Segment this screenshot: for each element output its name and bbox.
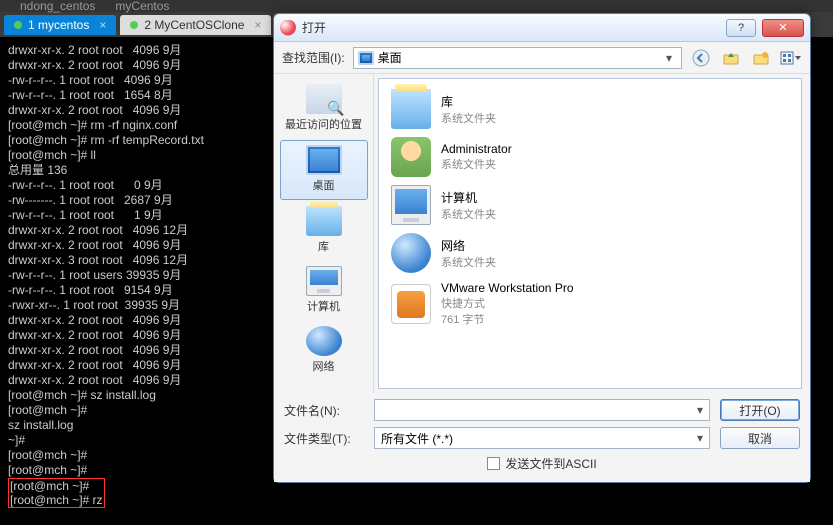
list-item[interactable]: 网络 系统文件夹 bbox=[385, 229, 795, 277]
view-menu-button[interactable] bbox=[780, 47, 802, 69]
place-desktop[interactable]: 桌面 bbox=[280, 140, 368, 200]
cancel-button[interactable]: 取消 bbox=[720, 427, 800, 449]
list-item[interactable]: VMware Workstation Pro 快捷方式 761 字节 bbox=[385, 277, 795, 331]
status-dot-icon bbox=[130, 21, 138, 29]
computer-icon bbox=[391, 185, 431, 225]
close-icon[interactable]: × bbox=[99, 18, 106, 32]
chevron-down-icon[interactable]: ▾ bbox=[697, 403, 703, 417]
place-recent[interactable]: 最近访问的位置 bbox=[280, 80, 368, 138]
desktop-icon bbox=[358, 51, 374, 65]
network-icon bbox=[391, 233, 431, 273]
path-combo[interactable]: 桌面 ▾ bbox=[353, 47, 682, 69]
place-libraries[interactable]: 库 bbox=[280, 202, 368, 260]
path-value: 桌面 bbox=[378, 49, 402, 66]
filename-label: 文件名(N): bbox=[284, 402, 364, 419]
top-strip-item: myCentos bbox=[115, 0, 169, 13]
place-computer[interactable]: 计算机 bbox=[280, 262, 368, 320]
top-strip: ndong_centos myCentos bbox=[0, 0, 833, 12]
dialog-title: 打开 bbox=[302, 19, 720, 36]
computer-icon bbox=[306, 266, 342, 296]
new-folder-button[interactable] bbox=[750, 47, 772, 69]
dialog-bottom: 文件名(N): ▾ 打开(O) 文件类型(T): 所有文件 (*.*) ▾ 取消… bbox=[274, 393, 810, 482]
filetype-label: 文件类型(T): bbox=[284, 430, 364, 447]
help-button[interactable]: ? bbox=[726, 19, 756, 37]
close-button[interactable]: ✕ bbox=[762, 19, 804, 37]
tab-label: 2 MyCentOSClone bbox=[144, 18, 244, 32]
highlight-box: [root@mch ~]# [root@mch ~]# rz bbox=[8, 478, 105, 508]
tab-label: 1 mycentos bbox=[28, 18, 89, 32]
dialog-body: 最近访问的位置 桌面 库 计算机 网络 库 bbox=[274, 74, 810, 393]
open-file-dialog: 打开 ? ✕ 查找范围(I): 桌面 ▾ 最近访问的位置 bbox=[273, 13, 811, 483]
place-network[interactable]: 网络 bbox=[280, 322, 368, 380]
back-button[interactable] bbox=[690, 47, 712, 69]
tab-session-1[interactable]: 1 mycentos × bbox=[4, 15, 116, 35]
top-strip-item: ndong_centos bbox=[20, 0, 95, 13]
filetype-select[interactable]: 所有文件 (*.*) ▾ bbox=[374, 427, 710, 449]
app-icon bbox=[280, 20, 296, 36]
file-list[interactable]: 库 系统文件夹 Administrator 系统文件夹 计算机 系统文件夹 bbox=[378, 78, 802, 389]
chevron-down-icon[interactable]: ▾ bbox=[697, 431, 703, 445]
list-item[interactable]: 计算机 系统文件夹 bbox=[385, 181, 795, 229]
dialog-titlebar[interactable]: 打开 ? ✕ bbox=[274, 14, 810, 42]
places-bar: 最近访问的位置 桌面 库 计算机 网络 bbox=[274, 74, 374, 393]
ascii-label: 发送文件到ASCII bbox=[505, 455, 596, 472]
filename-input[interactable]: ▾ bbox=[374, 399, 710, 421]
open-button[interactable]: 打开(O) bbox=[720, 399, 800, 421]
up-level-button[interactable] bbox=[720, 47, 742, 69]
recent-icon bbox=[306, 84, 342, 114]
library-icon bbox=[391, 89, 431, 129]
list-item[interactable]: Administrator 系统文件夹 bbox=[385, 133, 795, 181]
vmware-icon bbox=[391, 284, 431, 324]
chevron-down-icon[interactable]: ▾ bbox=[661, 51, 677, 65]
ascii-checkbox[interactable] bbox=[487, 457, 500, 470]
tab-session-2[interactable]: 2 MyCentOSClone × bbox=[120, 15, 271, 35]
lookin-label: 查找范围(I): bbox=[282, 49, 345, 66]
desktop-icon bbox=[306, 145, 342, 175]
library-icon bbox=[306, 206, 342, 236]
list-item[interactable]: 库 系统文件夹 bbox=[385, 85, 795, 133]
user-icon bbox=[391, 137, 431, 177]
dialog-toolbar: 查找范围(I): 桌面 ▾ bbox=[274, 42, 810, 74]
status-dot-icon bbox=[14, 21, 22, 29]
close-icon[interactable]: × bbox=[254, 18, 261, 32]
network-icon bbox=[306, 326, 342, 356]
